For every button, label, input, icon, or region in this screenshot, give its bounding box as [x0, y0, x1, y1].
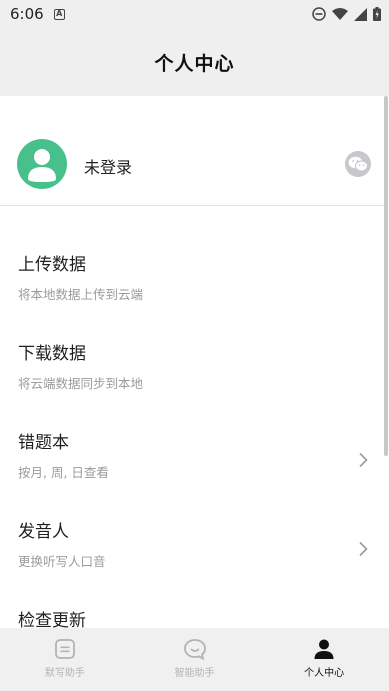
wechat-icon[interactable]: [345, 151, 371, 177]
a-icon: A: [53, 8, 65, 20]
menu-item-voice[interactable]: 发音人 更换听写人口音: [0, 517, 384, 606]
app-header: 个人中心: [0, 28, 389, 96]
menu-item-subtitle: 将云端数据同步到本地: [18, 376, 144, 391]
tab-label: 智能助手: [174, 668, 215, 679]
tab-label: 默写助手: [44, 668, 85, 679]
person-icon: [314, 639, 334, 659]
chat-bubble-icon: [183, 639, 206, 660]
chevron-right-icon: [359, 541, 368, 557]
menu-item-title: 错题本: [18, 433, 69, 453]
menu-item-subtitle: 按月, 周, 日查看: [18, 465, 109, 480]
tab-assistant[interactable]: 智能助手: [130, 628, 260, 691]
menu-item-title: 检查更新: [18, 611, 86, 628]
cell-signal-icon: [354, 7, 367, 21]
chevron-right-icon: [359, 452, 368, 468]
do-not-disturb-icon: [312, 7, 326, 21]
menu-item-title: 上传数据: [18, 255, 86, 275]
status-icons: [312, 7, 381, 21]
bottom-tab-bar: 默写助手 智能助手 个人中心: [0, 628, 389, 691]
battery-icon: [373, 7, 381, 21]
menu-item-mistakes[interactable]: 错题本 按月, 周, 日查看: [0, 428, 384, 517]
note-icon: [54, 639, 75, 659]
user-avatar-icon[interactable]: [17, 139, 67, 189]
menu-item-upload[interactable]: 上传数据 将本地数据上传到云端: [0, 250, 384, 339]
status-time: 6:06: [10, 5, 44, 23]
profile-section[interactable]: 未登录: [0, 96, 384, 206]
scrollbar[interactable]: [384, 96, 388, 456]
status-bar: 6:06 A: [0, 0, 389, 28]
tab-label: 个人中心: [304, 668, 345, 679]
menu-item-check-update[interactable]: 检查更新: [0, 606, 384, 628]
menu-item-subtitle: 更换听写人口音: [18, 554, 106, 569]
menu-item-subtitle: 将本地数据上传到云端: [18, 287, 144, 302]
wifi-icon: [332, 7, 348, 20]
tab-dictation[interactable]: 默写助手: [0, 628, 130, 691]
login-status-label[interactable]: 未登录: [84, 154, 132, 178]
menu-item-title: 下载数据: [18, 344, 86, 364]
tab-profile[interactable]: 个人中心: [259, 628, 389, 691]
page-title: 个人中心: [154, 52, 235, 75]
menu-item-title: 发音人: [18, 522, 69, 542]
menu-item-download[interactable]: 下载数据 将云端数据同步到本地: [0, 339, 384, 428]
